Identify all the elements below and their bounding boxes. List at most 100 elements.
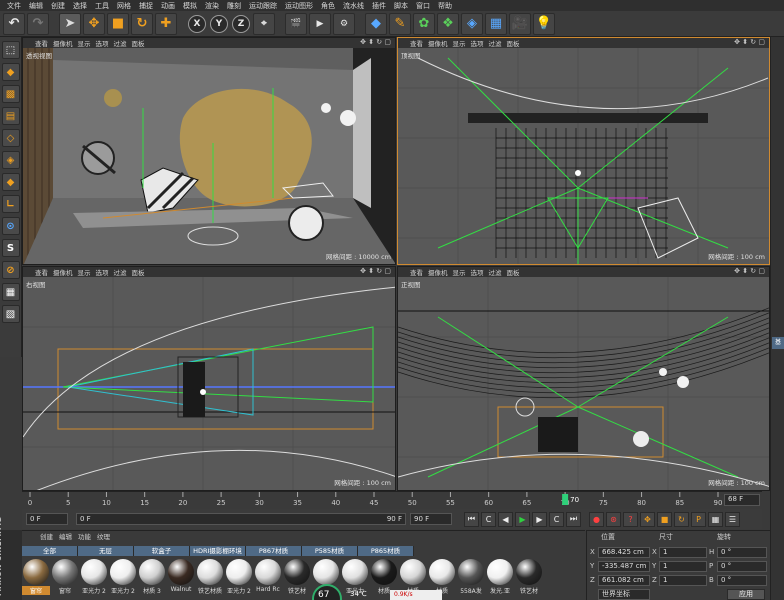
edges-mode-icon[interactable]: ◈ bbox=[1, 151, 20, 169]
prev-key-icon[interactable]: C bbox=[481, 511, 496, 527]
tweak-mode-icon[interactable]: ⊙ bbox=[1, 217, 20, 235]
array-icon[interactable]: ❖ bbox=[437, 12, 459, 35]
key-param-icon[interactable]: P bbox=[691, 511, 706, 527]
vp-menu-camera[interactable]: 摄像机 bbox=[428, 38, 453, 48]
size-z-field[interactable]: 1 bbox=[659, 575, 707, 586]
quantize-icon[interactable]: ▧ bbox=[1, 305, 20, 323]
attributes-tab[interactable]: 基 bbox=[772, 337, 784, 349]
tab-p865[interactable]: P865材质 bbox=[358, 546, 414, 556]
material-swatch[interactable]: 铁艺材 bbox=[283, 559, 311, 599]
menu-item-4[interactable]: 工具 bbox=[91, 1, 113, 11]
render-view-icon[interactable]: ▶ bbox=[309, 12, 331, 35]
material-swatch[interactable]: 窗帘 bbox=[22, 559, 50, 599]
vp-menu-panel[interactable]: 面板 bbox=[132, 267, 150, 277]
y-axis-button[interactable]: Y bbox=[210, 14, 228, 33]
coordinate-mode-select[interactable]: 世界坐标 bbox=[598, 589, 650, 600]
vp-menu-display[interactable]: 显示 bbox=[78, 267, 96, 277]
keyframe-selection-icon[interactable]: ? bbox=[623, 511, 638, 527]
render-region-icon[interactable]: 🎬 bbox=[285, 12, 307, 35]
z-axis-button[interactable]: Z bbox=[232, 14, 250, 33]
render-settings-icon[interactable]: ⚙ bbox=[333, 12, 355, 35]
floor-icon[interactable]: ▦ bbox=[485, 12, 507, 35]
vp-menu-options[interactable]: 选项 bbox=[471, 38, 489, 48]
viewport-nav-icons[interactable]: ✥ ⬍ ↻ ▢ bbox=[734, 267, 765, 275]
model-mode-icon[interactable]: ◆ bbox=[1, 63, 20, 81]
menu-item-14[interactable]: 流水线 bbox=[339, 1, 368, 11]
menu-item-1[interactable]: 编辑 bbox=[25, 1, 47, 11]
vp-menu-view[interactable]: 查看 bbox=[410, 38, 428, 48]
go-to-end-icon[interactable]: ⏭ bbox=[566, 511, 581, 527]
menu-item-9[interactable]: 渲染 bbox=[201, 1, 223, 11]
menu-item-3[interactable]: 选择 bbox=[69, 1, 91, 11]
vp-menu-view[interactable]: 查看 bbox=[35, 267, 53, 277]
material-swatch[interactable]: 亚光力 2 bbox=[109, 559, 137, 599]
tab-no-layer[interactable]: 无层 bbox=[78, 546, 134, 556]
vp-menu-panel[interactable]: 面板 bbox=[507, 38, 525, 48]
menu-item-13[interactable]: 角色 bbox=[317, 1, 339, 11]
prev-frame-icon[interactable]: ◀ bbox=[498, 511, 513, 527]
coordinate-system-icon[interactable]: ⌖ bbox=[253, 12, 275, 35]
material-swatch[interactable]: 材质 3 bbox=[138, 559, 166, 599]
viewport-nav-icons[interactable]: ✥ ⬍ ↻ ▢ bbox=[360, 267, 391, 275]
material-swatch[interactable]: 发光.亚 bbox=[486, 559, 514, 599]
x-axis-button[interactable]: X bbox=[188, 14, 206, 33]
recent-tool-icon[interactable]: ✚ bbox=[155, 12, 177, 35]
vp-menu-filter[interactable]: 过滤 bbox=[489, 38, 507, 48]
vp-menu-view[interactable]: 查看 bbox=[410, 267, 428, 277]
axis-mode-icon[interactable]: ∟ bbox=[1, 195, 20, 213]
viewport-nav-icons[interactable]: ✥ ⬍ ↻ ▢ bbox=[734, 38, 765, 46]
subdivision-icon[interactable]: ✿ bbox=[413, 12, 435, 35]
key-scale-icon[interactable]: ■ bbox=[657, 511, 672, 527]
scale-icon[interactable]: ■ bbox=[107, 12, 129, 35]
mat-menu-create[interactable]: 创建 bbox=[40, 531, 59, 541]
right-viewport[interactable]: 查看 摄像机 显示 选项 过滤 面板 ✥ ⬍ ↻ ▢ 右视图 网格间距 : 10… bbox=[22, 266, 396, 491]
select-icon[interactable]: ➤ bbox=[59, 12, 81, 35]
menu-item-7[interactable]: 动画 bbox=[157, 1, 179, 11]
next-key-icon[interactable]: C bbox=[549, 511, 564, 527]
material-swatch[interactable]: 558A发 bbox=[457, 559, 485, 599]
menu-item-18[interactable]: 帮助 bbox=[434, 1, 456, 11]
start-frame-field[interactable]: 0 F bbox=[26, 513, 68, 525]
tab-all[interactable]: 全部 bbox=[22, 546, 78, 556]
deformer-icon[interactable]: ◈ bbox=[461, 12, 483, 35]
vp-menu-view[interactable]: 查看 bbox=[35, 38, 53, 48]
perspective-viewport[interactable]: 查看 摄像机 显示 选项 过滤 面板 ✥ ⬍ ↻ ▢ 透视视图 网格间距: 1… bbox=[22, 37, 396, 265]
size-y-field[interactable]: 1 bbox=[659, 561, 707, 572]
rot-b-field[interactable]: 0 ° bbox=[717, 575, 767, 586]
menu-item-11[interactable]: 运动跟踪 bbox=[245, 1, 281, 11]
material-swatch[interactable]: 铁艺材质 bbox=[196, 559, 224, 599]
material-swatch[interactable]: 窗帘 bbox=[51, 559, 79, 599]
rot-h-field[interactable]: 0 ° bbox=[717, 547, 767, 558]
menu-item-6[interactable]: 捕捉 bbox=[135, 1, 157, 11]
mat-menu-texture[interactable]: 纹理 bbox=[97, 531, 116, 541]
menu-item-15[interactable]: 插件 bbox=[368, 1, 390, 11]
rotate-icon[interactable]: ↻ bbox=[131, 12, 153, 35]
cube-icon[interactable]: ◆ bbox=[365, 12, 387, 35]
end-frame-field[interactable]: 68 F bbox=[724, 494, 760, 506]
menu-item-17[interactable]: 窗口 bbox=[412, 1, 434, 11]
mat-menu-function[interactable]: 功能 bbox=[78, 531, 97, 541]
pos-y-field[interactable]: -335.487 cm bbox=[598, 561, 650, 572]
size-x-field[interactable]: 1 bbox=[659, 547, 707, 558]
vp-menu-filter[interactable]: 过滤 bbox=[114, 267, 132, 277]
points-mode-icon[interactable]: ◇ bbox=[1, 129, 20, 147]
timeline-menu-icon[interactable]: ☰ bbox=[725, 511, 740, 527]
top-viewport[interactable]: 查看 摄像机 显示 选项 过滤 面板 ✥ ⬍ ↻ ▢ 顶视图 网格间距 : 10… bbox=[397, 37, 770, 265]
play-icon[interactable]: ▶ bbox=[515, 511, 530, 527]
mat-menu-edit[interactable]: 编辑 bbox=[59, 531, 78, 541]
key-pla-icon[interactable]: ▦ bbox=[708, 511, 723, 527]
vp-menu-options[interactable]: 选项 bbox=[471, 267, 489, 277]
material-swatch[interactable]: Walnut bbox=[167, 559, 195, 599]
vp-menu-display[interactable]: 显示 bbox=[453, 267, 471, 277]
end-frame-input[interactable]: 90 F bbox=[410, 513, 452, 525]
next-frame-icon[interactable]: ▶ bbox=[532, 511, 547, 527]
tab-softbox[interactable]: 软盒子 bbox=[134, 546, 190, 556]
menu-item-0[interactable]: 文件 bbox=[3, 1, 25, 11]
playhead[interactable] bbox=[562, 494, 569, 505]
polygons-mode-icon[interactable]: ◆ bbox=[1, 173, 20, 191]
tab-p585[interactable]: P585材质 bbox=[302, 546, 358, 556]
key-position-icon[interactable]: ✥ bbox=[640, 511, 655, 527]
menu-item-16[interactable]: 脚本 bbox=[390, 1, 412, 11]
vp-menu-options[interactable]: 选项 bbox=[96, 38, 114, 48]
vp-menu-camera[interactable]: 摄像机 bbox=[53, 267, 78, 277]
